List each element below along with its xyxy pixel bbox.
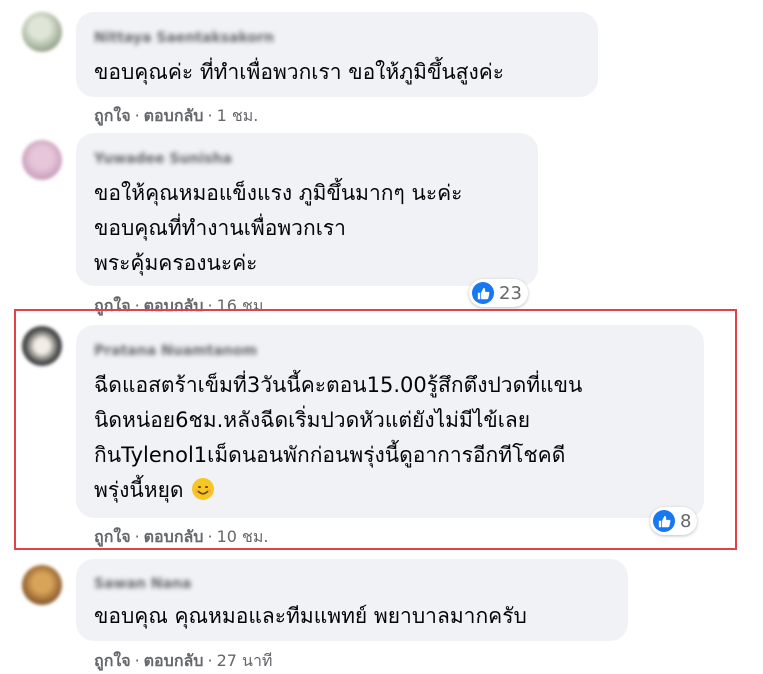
like-link[interactable]: ถูกใจ xyxy=(94,651,131,670)
comment-text-line: ขอให้คุณหมอแข็งแรง ภูมิขึ้นมากๆ นะค่ะ xyxy=(94,181,463,205)
comment-actions: ถูกใจ · ตอบกลับ · 1 ชม. xyxy=(94,104,258,129)
comment-actions: ถูกใจ · ตอบกลับ · 27 นาที xyxy=(94,649,272,674)
avatar[interactable] xyxy=(22,140,62,180)
comment-author[interactable]: Sawan Nana xyxy=(94,576,191,592)
reaction-count-badge[interactable]: 23 xyxy=(469,279,528,307)
separator-dot: · xyxy=(207,106,213,125)
comment-time[interactable]: 1 ชม. xyxy=(217,106,259,125)
comment-author[interactable]: Yuwadee Sunisha xyxy=(94,151,232,167)
reply-link[interactable]: ตอบกลับ xyxy=(144,106,204,125)
thumbs-up-icon xyxy=(472,282,494,304)
comment-time[interactable]: 27 นาที xyxy=(217,651,273,670)
comment-author[interactable]: Nittaya Saentaksakorn xyxy=(94,30,274,46)
comment-text-line: ขอบคุณค่ะ ที่ทำเพื่อพวกเรา ขอให้ภูมิขึ้น… xyxy=(94,60,505,84)
comment-text-line: ขอบคุณ คุณหมอและทีมแพทย์ พยาบาลมากครับ xyxy=(94,604,527,628)
separator-dot: · xyxy=(134,106,140,125)
reply-link[interactable]: ตอบกลับ xyxy=(144,651,204,670)
comment-text-line: พระคุ้มครองนะค่ะ xyxy=(94,251,258,275)
reaction-count: 23 xyxy=(499,282,522,304)
separator-dot: · xyxy=(207,651,213,670)
avatar[interactable] xyxy=(22,565,62,605)
comment-text-line: ขอบคุณที่ทำงานเพื่อพวกเรา xyxy=(94,216,346,240)
separator-dot: · xyxy=(134,651,140,670)
avatar[interactable] xyxy=(22,12,62,52)
highlight-box xyxy=(14,309,737,550)
like-link[interactable]: ถูกใจ xyxy=(94,106,131,125)
